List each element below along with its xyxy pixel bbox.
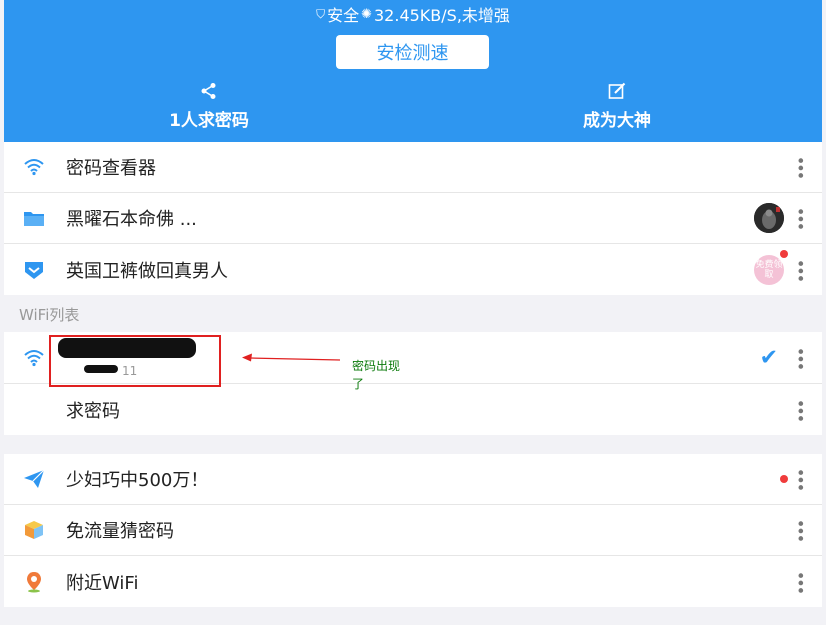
more-options-icon[interactable]: ••• bbox=[791, 207, 810, 229]
notification-dot bbox=[780, 475, 788, 483]
share-icon bbox=[129, 82, 289, 104]
notification-dot bbox=[780, 250, 788, 258]
shield-check-icon bbox=[22, 258, 46, 282]
wifi-signal-icon bbox=[22, 346, 46, 370]
speed-test-button[interactable]: 安检测速 bbox=[336, 35, 489, 69]
menu-item-label: 附近WiFi bbox=[66, 572, 139, 594]
menu-item-label: 黑曜石本命佛 ... bbox=[66, 209, 197, 230]
become-master-label: 成为大神 bbox=[583, 111, 651, 131]
check-icon: ✔ bbox=[759, 345, 778, 370]
status-line: ⛉ 安全 ✺ 32.45KB/S,未增强 bbox=[4, 2, 822, 26]
cube-icon bbox=[22, 518, 46, 542]
more-options-icon[interactable]: ••• bbox=[791, 346, 810, 368]
wifi-list-title: WiFi列表 bbox=[19, 305, 80, 324]
more-options-icon[interactable]: ••• bbox=[791, 398, 810, 420]
paper-plane-icon bbox=[22, 467, 46, 491]
shield-icon: ⛉ bbox=[316, 6, 326, 21]
menu-item-label: 英国卫裤做回真男人 bbox=[66, 260, 228, 282]
annotation-line-1: 密码出现 bbox=[352, 359, 401, 373]
request-password-action[interactable]: 1人求密码 bbox=[129, 82, 289, 131]
annotation-line-2: 了 bbox=[352, 377, 365, 391]
menu-item-guard-ad[interactable]: 英国卫裤做回真男人 免费领取 ••• bbox=[4, 244, 822, 295]
free-gift-badge: 免费领取 bbox=[754, 254, 784, 285]
more-options-icon[interactable]: ••• bbox=[791, 156, 810, 178]
menu-item-obsidian-buddha[interactable]: 黑曜石本命佛 ... ••• bbox=[4, 193, 822, 244]
status-prefix: 安全 bbox=[327, 6, 360, 25]
wifi-icon bbox=[22, 155, 46, 179]
menu-item-label: 少妇巧中500万！ bbox=[66, 470, 209, 491]
header-panel: ⛉ 安全 ✺ 32.45KB/S,未增强 安检测速 1人求密码 成为大神 bbox=[4, 0, 822, 142]
annotation-arrow bbox=[242, 353, 341, 362]
gear-icon: ✺ bbox=[361, 6, 372, 22]
menu-item-guess-password[interactable]: 免流量猜密码 ••• bbox=[4, 505, 822, 556]
annotation-highlight-box bbox=[49, 335, 221, 387]
become-master-action[interactable]: 成为大神 bbox=[537, 82, 697, 131]
buddha-avatar bbox=[754, 203, 784, 233]
menu-item-password-viewer[interactable]: 密码查看器 ••• bbox=[4, 142, 822, 193]
menu-item-nearby-wifi[interactable]: 附近WiFi ••• bbox=[4, 556, 822, 607]
menu-item-label: 免流量猜密码 bbox=[66, 521, 174, 542]
bottom-menu: 少妇巧中500万！ ••• 免流量猜密码 ••• 附近WiFi ••• bbox=[4, 454, 822, 607]
menu-item-label: 密码查看器 bbox=[66, 158, 156, 179]
request-password-label: 求密码 bbox=[66, 400, 120, 422]
more-options-icon[interactable]: ••• bbox=[791, 519, 810, 541]
top-menu: 密码查看器 ••• 黑曜石本命佛 ... ••• 英国卫裤做回真男人 免费领取 … bbox=[4, 142, 822, 295]
request-password-label: 1人求密码 bbox=[169, 111, 249, 131]
location-pin-icon bbox=[22, 570, 46, 594]
status-speed: 32.45KB/S,未增强 bbox=[374, 6, 510, 25]
request-password-row[interactable]: 求密码 ••• bbox=[4, 384, 822, 435]
more-options-icon[interactable]: ••• bbox=[791, 570, 810, 592]
folder-icon bbox=[22, 206, 46, 230]
more-options-icon[interactable]: ••• bbox=[791, 468, 810, 490]
edit-icon bbox=[537, 82, 697, 104]
more-options-icon[interactable]: ••• bbox=[791, 258, 810, 280]
annotation-text: 密码出现 了 bbox=[352, 357, 412, 393]
menu-item-lottery-ad[interactable]: 少妇巧中500万！ ••• bbox=[4, 454, 822, 505]
